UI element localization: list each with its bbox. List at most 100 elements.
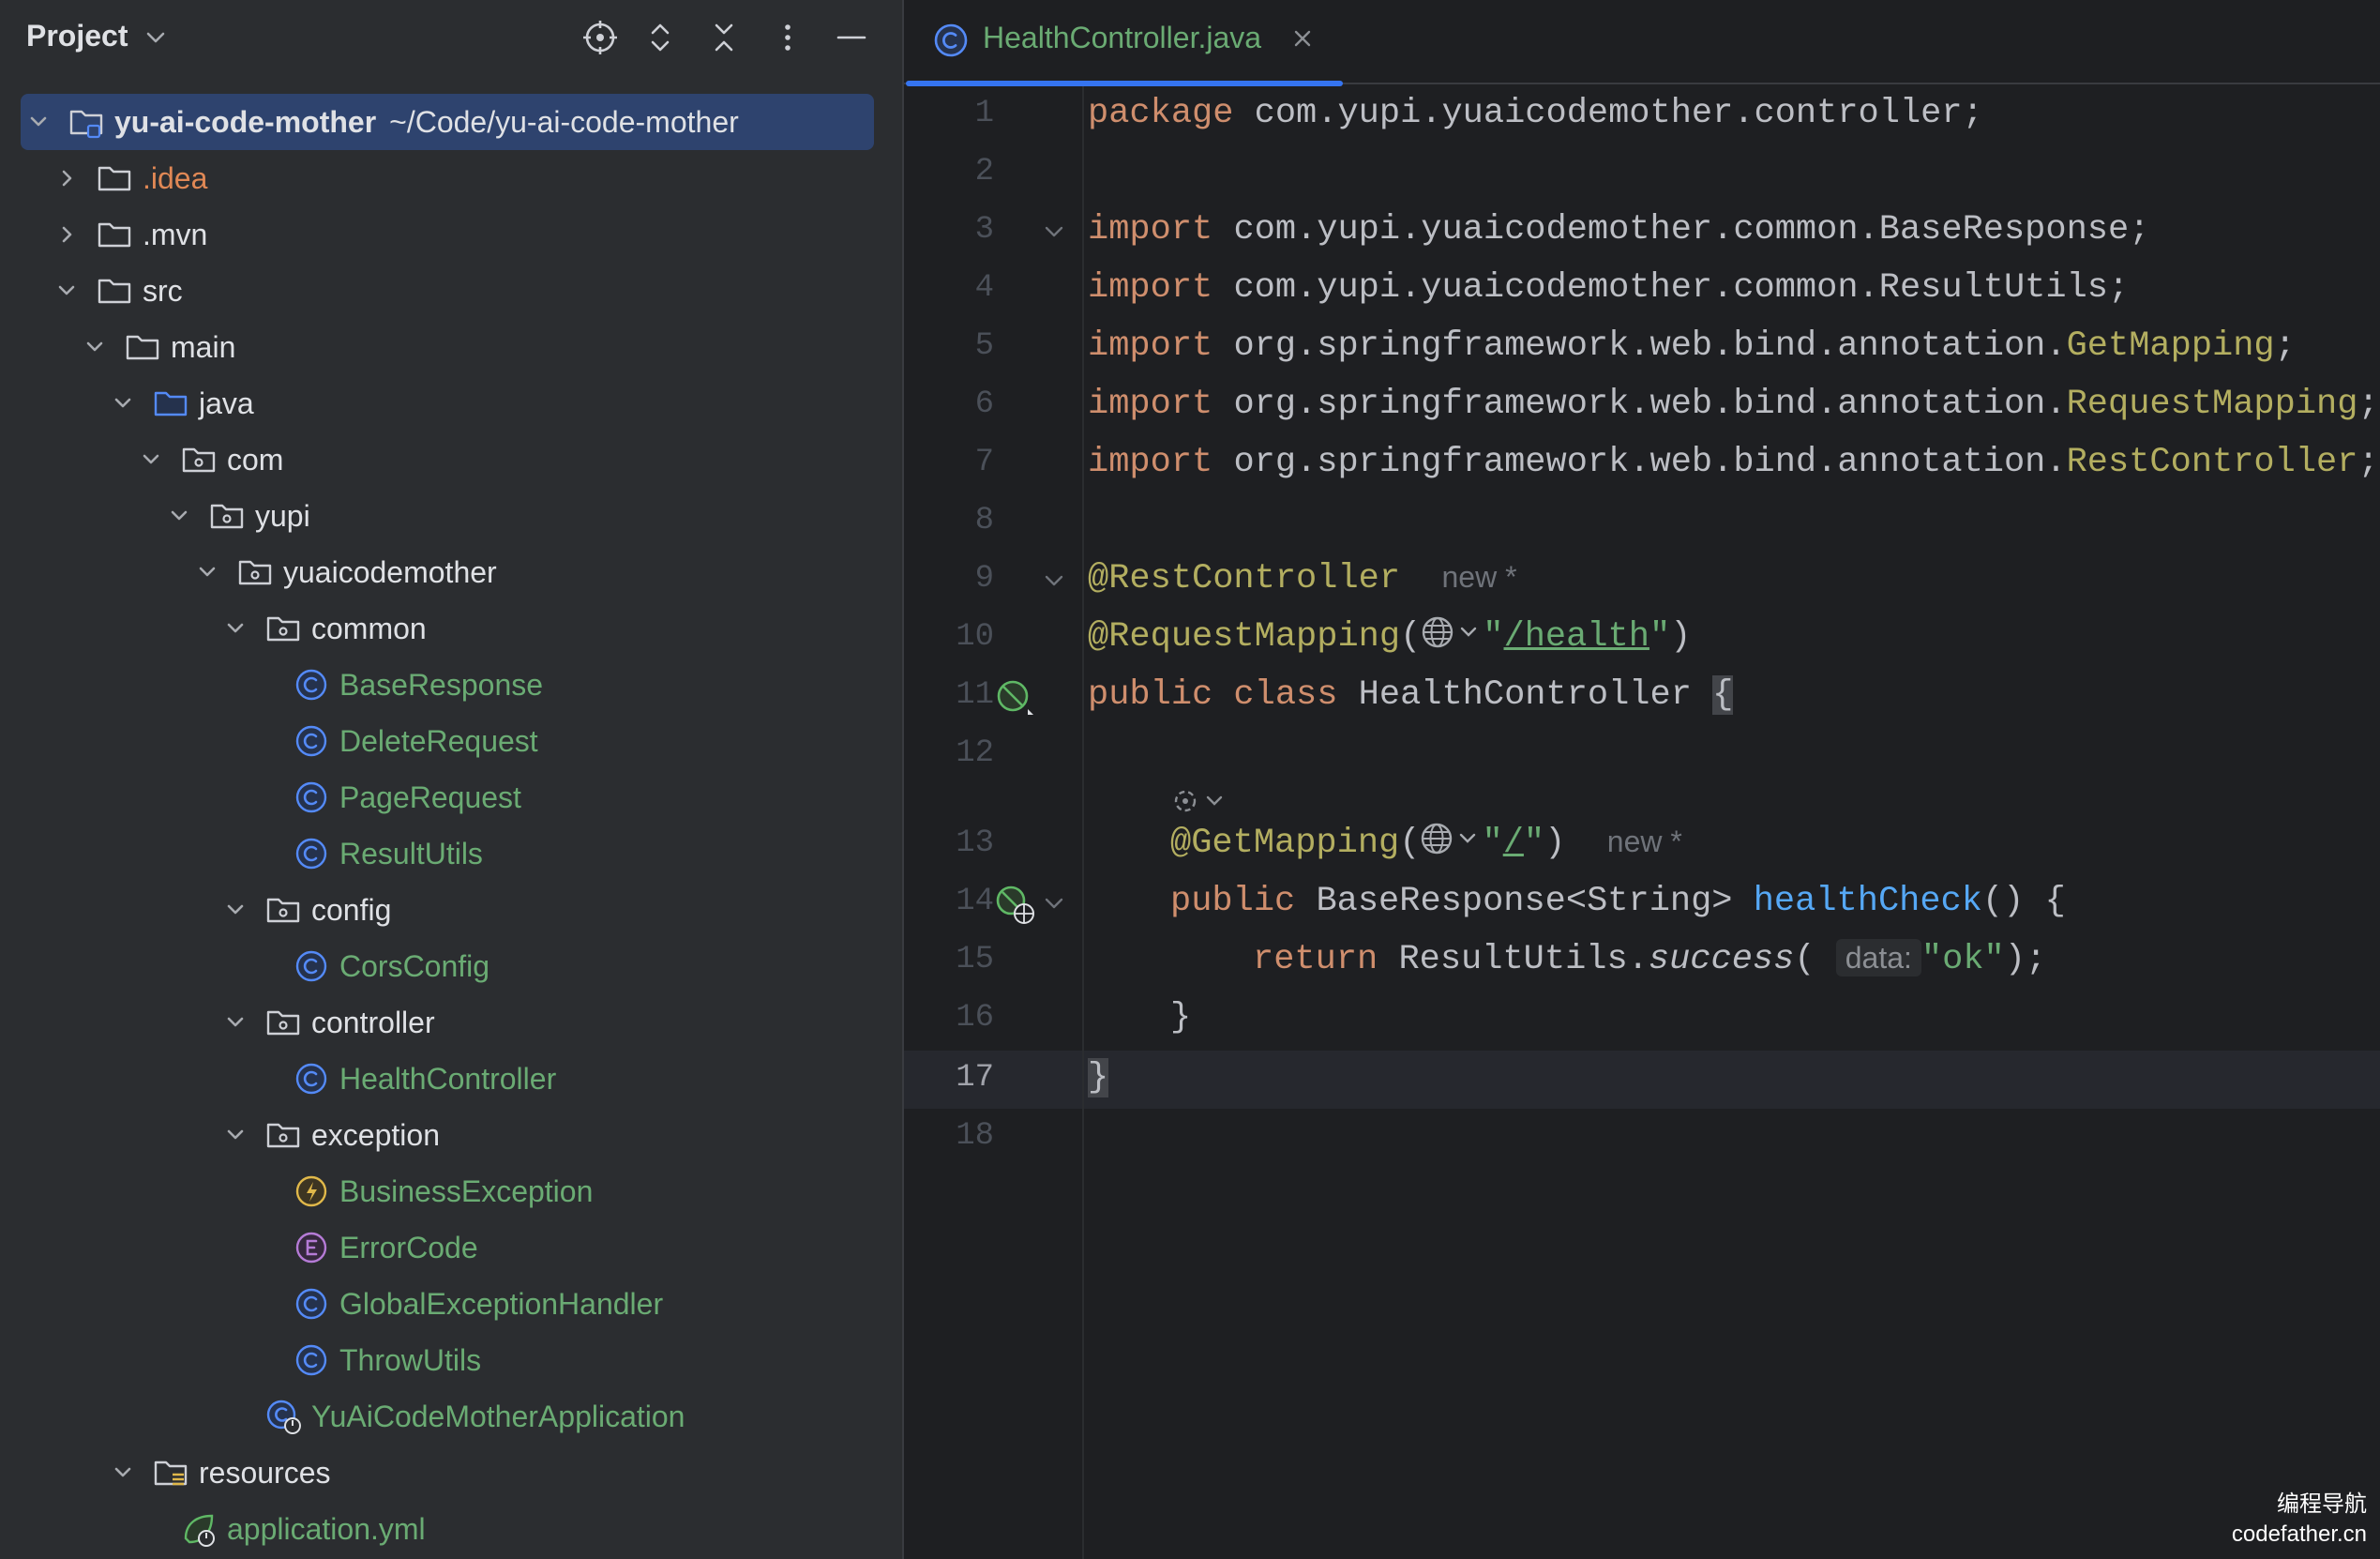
code-line[interactable]: 12 — [904, 726, 2380, 784]
tree-node-content: ResultUtils — [249, 825, 483, 882]
tree-node-pagerequest[interactable]: PageRequest — [0, 769, 902, 825]
tree-node-throwutils[interactable]: ThrowUtils — [0, 1332, 902, 1388]
tree-node-main[interactable]: main — [0, 319, 902, 375]
tree-node-businessexception[interactable]: BusinessException — [0, 1163, 902, 1219]
tree-node-controller[interactable]: controller — [0, 994, 902, 1051]
code-line[interactable]: 6 import org.springframework.web.bind.an… — [904, 377, 2380, 435]
tree-node-deleterequest[interactable]: DeleteRequest — [0, 713, 902, 769]
chevron-down-icon[interactable] — [137, 446, 165, 474]
chevron-down-icon[interactable] — [221, 896, 249, 924]
tree-node-baseresponse[interactable]: BaseResponse — [0, 657, 902, 713]
chevron-down-icon[interactable] — [24, 108, 53, 136]
endpoint-path-link[interactable]: / — [1503, 824, 1524, 863]
close-icon[interactable] — [1288, 24, 1317, 53]
code-line[interactable]: 10 @RequestMapping("/health") — [904, 610, 2380, 668]
chevron-down-icon[interactable] — [193, 558, 221, 586]
chevron-right-icon[interactable] — [53, 164, 81, 192]
class-icon — [293, 835, 330, 872]
tree-node-label: CorsConfig — [339, 948, 490, 983]
tree-node-content: BaseResponse — [249, 657, 543, 713]
code-line[interactable]: 4 import com.yupi.yuaicodemother.common.… — [904, 261, 2380, 319]
fold-icon[interactable] — [1041, 219, 1067, 245]
code-line[interactable]: 2 — [904, 144, 2380, 203]
tree-node-config[interactable]: config — [0, 882, 902, 938]
fold-icon[interactable] — [1041, 568, 1067, 594]
chevron-down-icon[interactable] — [221, 1008, 249, 1037]
author-hint[interactable]: new * — [1607, 825, 1682, 858]
code-token: ; — [2357, 443, 2379, 482]
project-panel-title[interactable]: Project — [26, 19, 128, 53]
watermark-line: 编程导航 — [2277, 1491, 2367, 1517]
globe-endpoint-icon[interactable] — [1420, 820, 1482, 857]
tree-node-label: DeleteRequest — [339, 723, 538, 758]
code-line[interactable]: 18 — [904, 1109, 2380, 1167]
tree-node-yuaicodemotherapplication[interactable]: YuAiCodeMotherApplication — [0, 1388, 902, 1445]
code-token: ) — [1670, 617, 1692, 657]
chevron-right-icon[interactable] — [53, 220, 81, 249]
tree-node-errorcode[interactable]: ErrorCode — [0, 1219, 902, 1276]
globe-endpoint-icon[interactable] — [1421, 613, 1483, 651]
tree-node-content: BusinessException — [249, 1163, 593, 1219]
keyword: package — [1088, 94, 1234, 133]
ai-codelens-icon[interactable] — [1170, 784, 1236, 818]
chevron-down-icon[interactable] — [109, 389, 137, 417]
code-line[interactable]: 16 } — [904, 991, 2380, 1049]
tree-node-content: HealthController — [249, 1051, 556, 1107]
code-line[interactable]: 1 package com.yupi.yuaicodemother.contro… — [904, 86, 2380, 144]
code-line[interactable]: 5 import org.springframework.web.bind.an… — [904, 319, 2380, 377]
endpoint-gutter-icon[interactable] — [994, 884, 1035, 925]
tree-node-common[interactable]: common — [0, 600, 902, 657]
folder-icon — [96, 272, 133, 310]
method-name-token: healthCheck — [1753, 882, 1982, 921]
code-line[interactable]: 7 import org.springframework.web.bind.an… — [904, 435, 2380, 493]
chevron-down-icon[interactable] — [165, 502, 193, 530]
tree-node-yu-ai-code-mother[interactable]: yu-ai-code-mother ~/Code/yu-ai-code-mothe… — [0, 94, 902, 150]
tree-node-corsconfig[interactable]: CorsConfig — [0, 938, 902, 994]
tree-node-com[interactable]: com — [0, 431, 902, 488]
minimize-icon[interactable] — [833, 19, 870, 56]
tree-node-label: HealthController — [339, 1061, 557, 1096]
tree-node-java[interactable]: java — [0, 375, 902, 431]
tree-node-exception[interactable]: exception — [0, 1107, 902, 1163]
collapse-all-icon[interactable] — [705, 19, 743, 56]
tree-node-resultutils[interactable]: ResultUtils — [0, 825, 902, 882]
tree-node-src[interactable]: src — [0, 263, 902, 319]
tree-node-mvn[interactable]: .mvn — [0, 206, 902, 263]
chevron-down-icon[interactable] — [81, 333, 109, 361]
line-number: 17 — [956, 1060, 994, 1096]
code-line[interactable]: 14 public BaseResponse<String> healthChe… — [904, 874, 2380, 932]
author-hint[interactable]: new * — [1441, 560, 1516, 594]
code-token: ( — [1794, 940, 1836, 979]
chevron-down-icon[interactable] — [221, 614, 249, 643]
tree-node-application-yml[interactable]: application.yml — [0, 1501, 902, 1557]
code-line[interactable]: 9 @RestController new * — [904, 552, 2380, 610]
code-line[interactable]: 8 — [904, 493, 2380, 552]
tree-node-content: main — [81, 319, 235, 375]
tree-node-idea[interactable]: .idea — [0, 150, 902, 206]
expand-all-icon[interactable] — [641, 19, 679, 56]
code-editor[interactable]: HealthController.java 1 package com.yupi… — [902, 0, 2380, 1559]
tree-node-yuaicodemother[interactable]: yuaicodemother — [0, 544, 902, 600]
code-line[interactable]: 17 } — [904, 1051, 2380, 1109]
endpoint-path-link[interactable]: /health — [1504, 617, 1649, 657]
more-options-icon[interactable] — [769, 19, 806, 56]
code-line[interactable]: 13 @GetMapping("/") new * — [904, 816, 2380, 874]
code-line[interactable]: 11 public class HealthController { — [904, 668, 2380, 726]
annotation-token: @RestController — [1088, 559, 1401, 598]
spring-bean-gutter-icon[interactable] — [994, 677, 1035, 719]
tree-node-healthcontroller[interactable]: HealthController — [0, 1051, 902, 1107]
tree-node-yupi[interactable]: yupi — [0, 488, 902, 544]
chevron-down-icon[interactable] — [143, 24, 169, 51]
chevron-down-icon[interactable] — [53, 277, 81, 305]
code-line[interactable]: 15 return ResultUtils.success( data: "ok"… — [904, 932, 2380, 991]
fold-icon[interactable] — [1041, 890, 1067, 916]
tab-health-controller[interactable]: HealthController.java — [904, 0, 1343, 86]
chevron-down-icon[interactable] — [109, 1459, 137, 1487]
chevron-down-icon[interactable] — [221, 1121, 249, 1149]
code-line[interactable]: 3 import com.yupi.yuaicodemother.common.… — [904, 203, 2380, 261]
folder-icon — [124, 328, 161, 366]
tree-node-globalexceptionhandler[interactable]: GlobalExceptionHandler — [0, 1276, 902, 1332]
locate-icon[interactable] — [581, 19, 619, 56]
tree-node-resources[interactable]: resources — [0, 1445, 902, 1501]
tree-node-label: PageRequest — [339, 780, 521, 814]
